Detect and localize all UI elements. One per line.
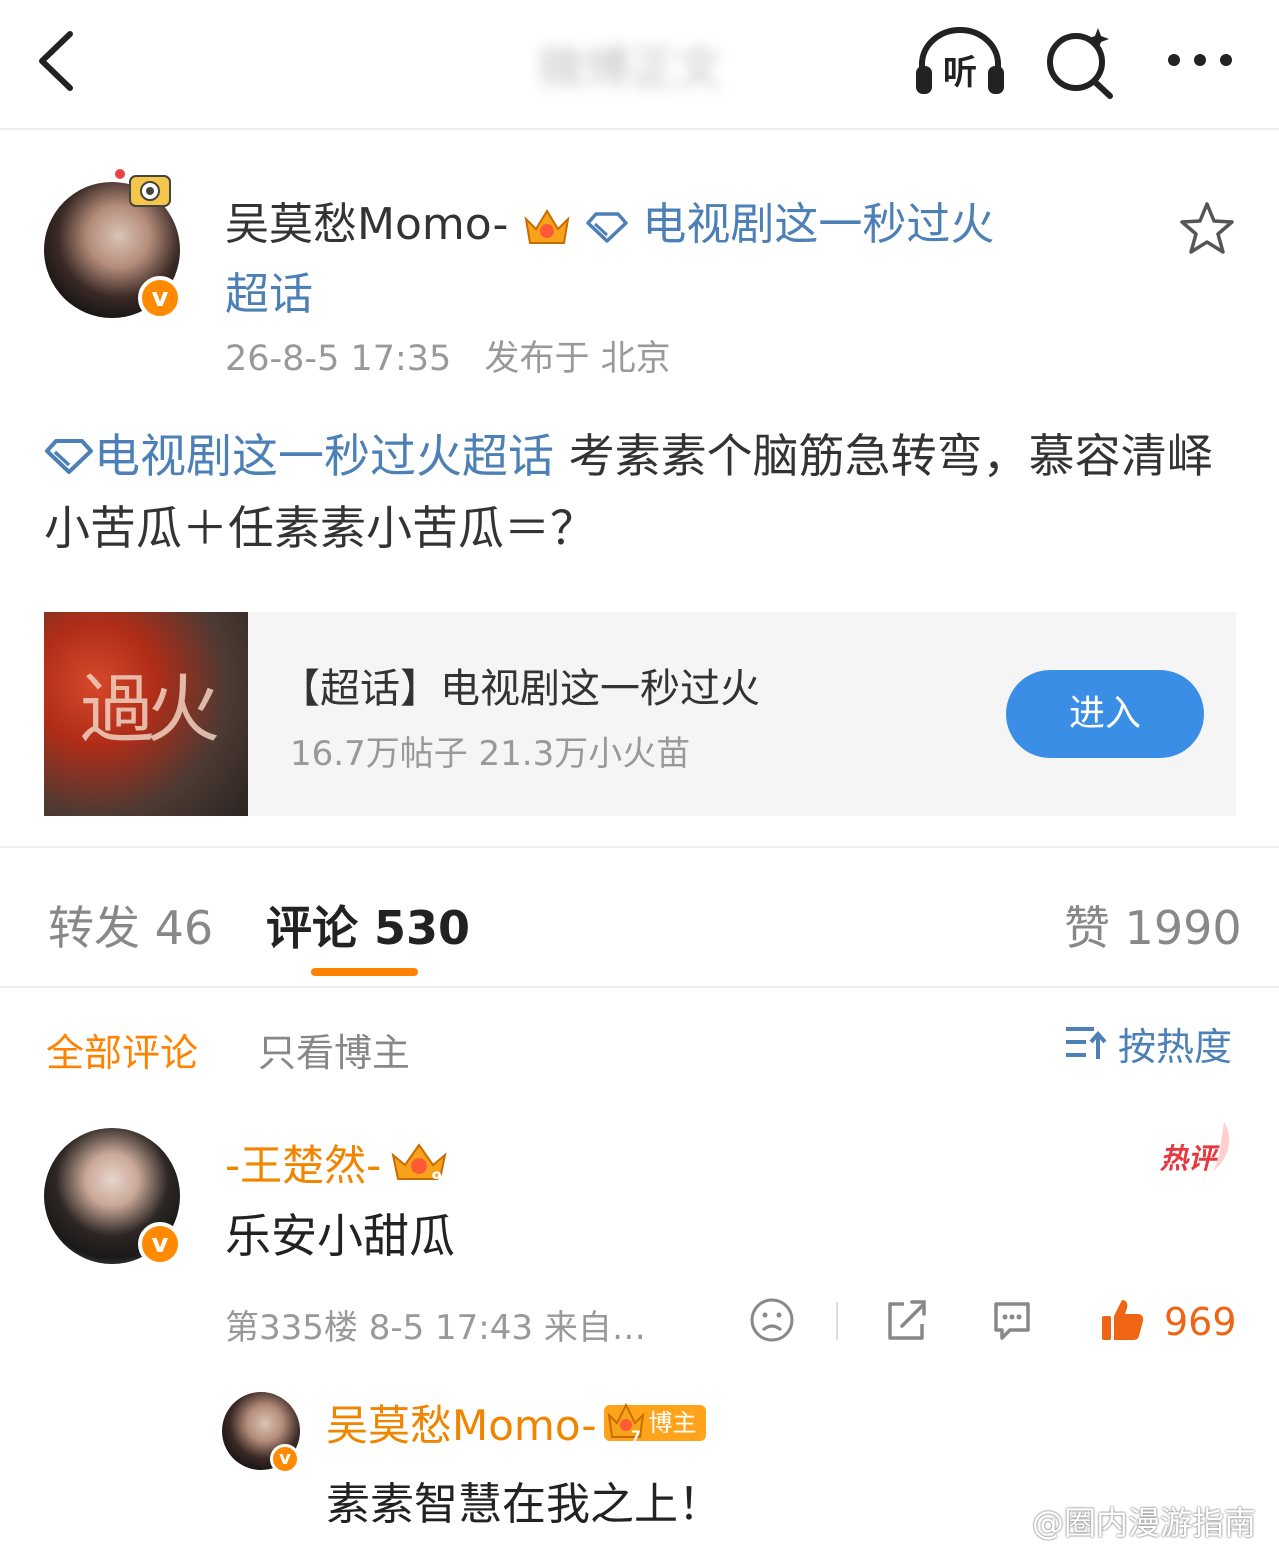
commenter-name[interactable]: -王楚然- [225, 1132, 381, 1193]
listen-label: 听 [943, 53, 977, 93]
super-topic-card[interactable]: 過火 【超话】电视剧这一秒过火 16.7万帖子 21.3万小火苗 进入 [44, 612, 1236, 816]
divider [836, 1302, 838, 1340]
vip-level: 9 [432, 1168, 443, 1187]
crown-icon [524, 209, 570, 244]
topic-thumbnail: 過火 [44, 612, 248, 816]
tab-repost[interactable]: 转发 46 [48, 892, 213, 958]
post-location: 发布于 北京 [484, 339, 671, 379]
blogger-badge-label: 博主 [648, 1408, 697, 1437]
active-tab-indicator [311, 968, 418, 976]
topic-name: 【超话】电视剧这一秒过火 [280, 666, 760, 712]
post-body: 电视剧这一秒过火超话 考素素个脑筋急转弯，慕容清峄小苦瓜＋任素素小苦瓜＝？ [44, 420, 1244, 564]
divider [0, 846, 1279, 848]
comment-icon[interactable] [988, 1296, 1036, 1344]
verified-v-icon: v [138, 1222, 182, 1266]
more-icon[interactable] [1160, 40, 1240, 80]
filter-blogger-only[interactable]: 只看博主 [258, 1022, 410, 1077]
comment-meta: 第335楼 8-5 17:43 来自… [225, 1308, 646, 1348]
tab-comment[interactable]: 评论 530 [266, 892, 470, 958]
hot-label: 热评 [1159, 1142, 1220, 1175]
filter-all-comments[interactable]: 全部评论 [46, 1022, 198, 1077]
tab-like[interactable]: 赞 1990 [1064, 892, 1242, 958]
blogger-badge: 7 博主 [604, 1402, 707, 1443]
sad-face-icon[interactable] [748, 1296, 796, 1344]
search-sparkle-icon[interactable] [1040, 22, 1120, 102]
post-topic-link[interactable]: 电视剧这一秒过火超话 [94, 429, 554, 483]
comment-like-count: 969 [1164, 1300, 1237, 1344]
sort-icon [1066, 1027, 1107, 1059]
back-icon[interactable] [30, 26, 90, 96]
watermark: @圈内漫游指南 [988, 1498, 1256, 1544]
comment-actions: 969 [748, 1296, 1238, 1352]
verified-v-icon: v [270, 1444, 300, 1474]
topic-stats: 16.7万帖子 21.3万小火苗 [290, 734, 691, 774]
share-icon[interactable] [882, 1296, 930, 1344]
thumbs-up-icon[interactable] [1098, 1296, 1146, 1344]
vip-level: 7 [632, 1429, 642, 1443]
sort-label: 按热度 [1118, 1024, 1233, 1069]
sort-by-hot-button[interactable]: 按热度 [1064, 1020, 1232, 1069]
reply-author-name[interactable]: 吴莫愁Momo- [326, 1392, 596, 1453]
crown-icon: 7 [608, 1402, 645, 1443]
post-timestamp: 26-8-5 17:35 [225, 339, 452, 379]
enter-topic-button[interactable]: 进入 [1006, 670, 1204, 758]
star-icon[interactable] [1178, 200, 1236, 258]
post-author-line: 吴莫愁Momo- 电视剧这一秒过火超话 [225, 190, 1025, 330]
reply-author-line: 吴莫愁Momo- 7 博主 [326, 1392, 707, 1453]
listen-headphones-icon: 听 [916, 27, 1004, 94]
top-navbar: 微博正文 听 [0, 0, 1279, 130]
reply-text: 素素智慧在我之上！ [326, 1479, 722, 1530]
hot-comment-badge: 热评 [1159, 1122, 1230, 1175]
crown-icon: 9 [391, 1142, 447, 1187]
camera-sticker-icon [115, 169, 171, 207]
commenter-name-line: -王楚然- 9 [225, 1132, 451, 1193]
topic-thumbnail-title: 過火 [80, 667, 220, 753]
weibo-logo-icon [989, 1505, 1030, 1538]
watermark-text: @圈内漫游指南 [1032, 1504, 1257, 1542]
diamond-icon [586, 212, 629, 243]
diamond-icon [45, 438, 93, 474]
author-name[interactable]: 吴莫愁Momo- [225, 199, 508, 250]
verified-v-icon: v [138, 276, 182, 320]
divider [0, 986, 1279, 988]
post-meta: 26-8-5 17:35 发布于 北京 [225, 330, 693, 381]
listen-button[interactable]: 听 [912, 24, 1008, 100]
comment-text: 乐安小甜瓜 [225, 1209, 455, 1263]
page-title: 微博正文 [538, 41, 722, 95]
